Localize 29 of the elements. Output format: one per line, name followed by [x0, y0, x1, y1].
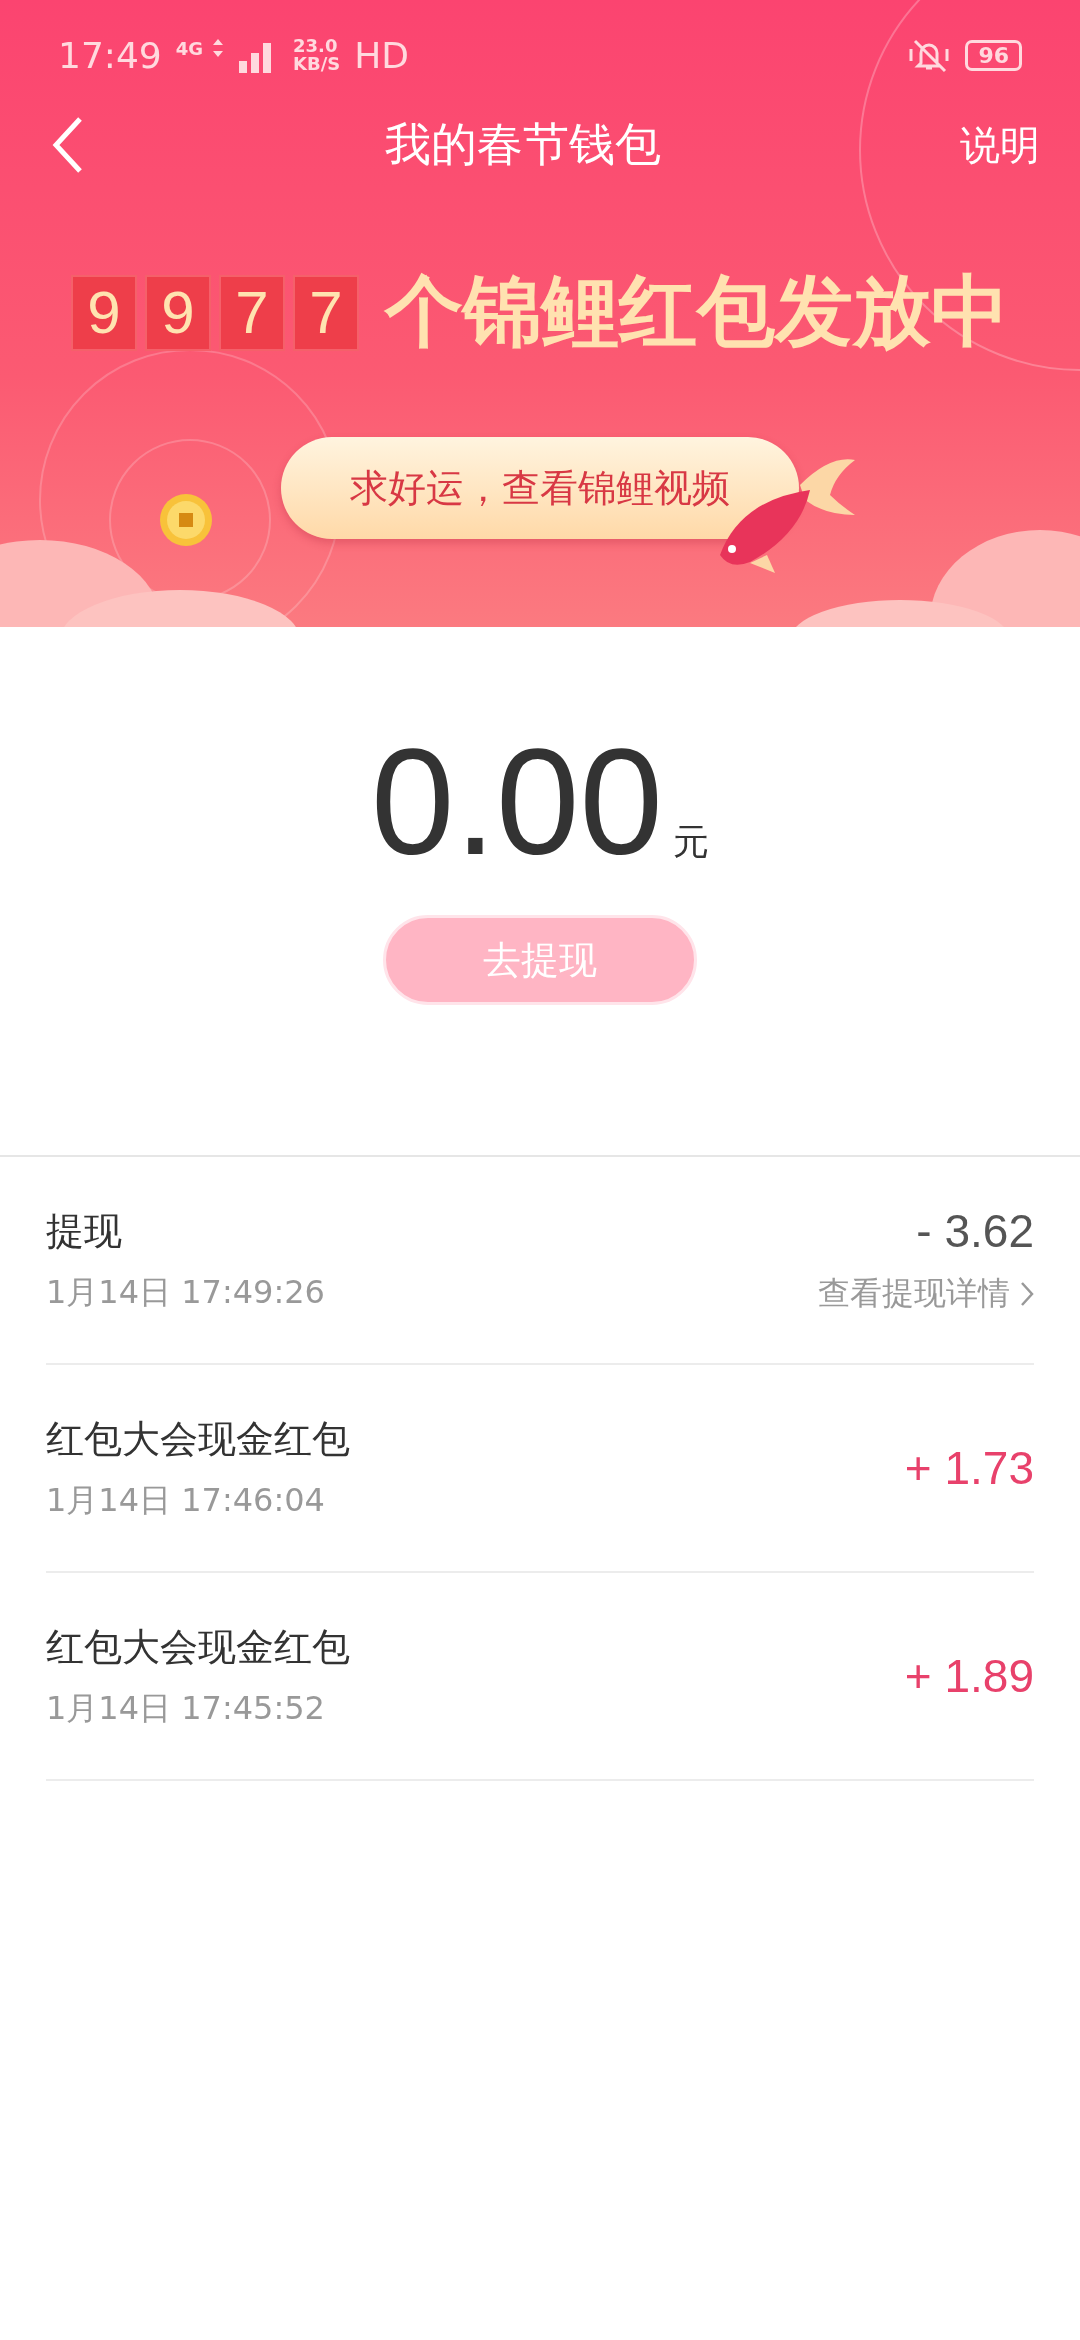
transaction-title: 红包大会现金红包 — [46, 1415, 350, 1463]
transaction-time: 1月14日 17:45:52 — [46, 1687, 326, 1729]
status-time: 17:49 — [58, 34, 162, 76]
page-title: 我的春节钱包 — [384, 116, 662, 173]
transaction-time: 1月14日 17:49:26 — [46, 1271, 325, 1313]
counter-digit: 9 — [71, 274, 137, 351]
transaction-title: 红包大会现金红包 — [46, 1623, 350, 1671]
chevron-icon — [1020, 1281, 1034, 1307]
currency-unit: 元 — [672, 820, 709, 864]
network-type: 4G — [175, 38, 204, 59]
banner-headline: 个锦鲤红包发放中 — [385, 265, 1009, 358]
hd-label: HD — [354, 34, 410, 76]
transaction-title: 提现 — [46, 1207, 123, 1255]
help-button[interactable]: 说明 — [960, 117, 1040, 173]
lucky-video-button[interactable]: 求好运，查看锦鲤视频 — [281, 437, 799, 539]
transaction-amount: - 3.62 — [916, 1204, 1034, 1258]
transaction-time: 1月14日 17:46:04 — [46, 1479, 326, 1521]
counter-digit: 9 — [145, 274, 211, 351]
balance-amount: 0.00 — [371, 727, 663, 877]
transaction-amount: + 1.73 — [904, 1441, 1034, 1495]
counter-digit: 7 — [219, 274, 285, 351]
speed-unit: KB/S — [293, 55, 341, 73]
transaction-amount: + 1.89 — [904, 1649, 1034, 1703]
muted-bell-icon — [907, 37, 952, 73]
speed-value: 23.0 — [293, 37, 339, 55]
counter-digit: 7 — [293, 274, 359, 351]
coin-icon — [158, 492, 214, 548]
withdraw-detail-link[interactable]: 查看提现详情 — [818, 1272, 1010, 1316]
battery-level: 96 — [965, 39, 1022, 71]
